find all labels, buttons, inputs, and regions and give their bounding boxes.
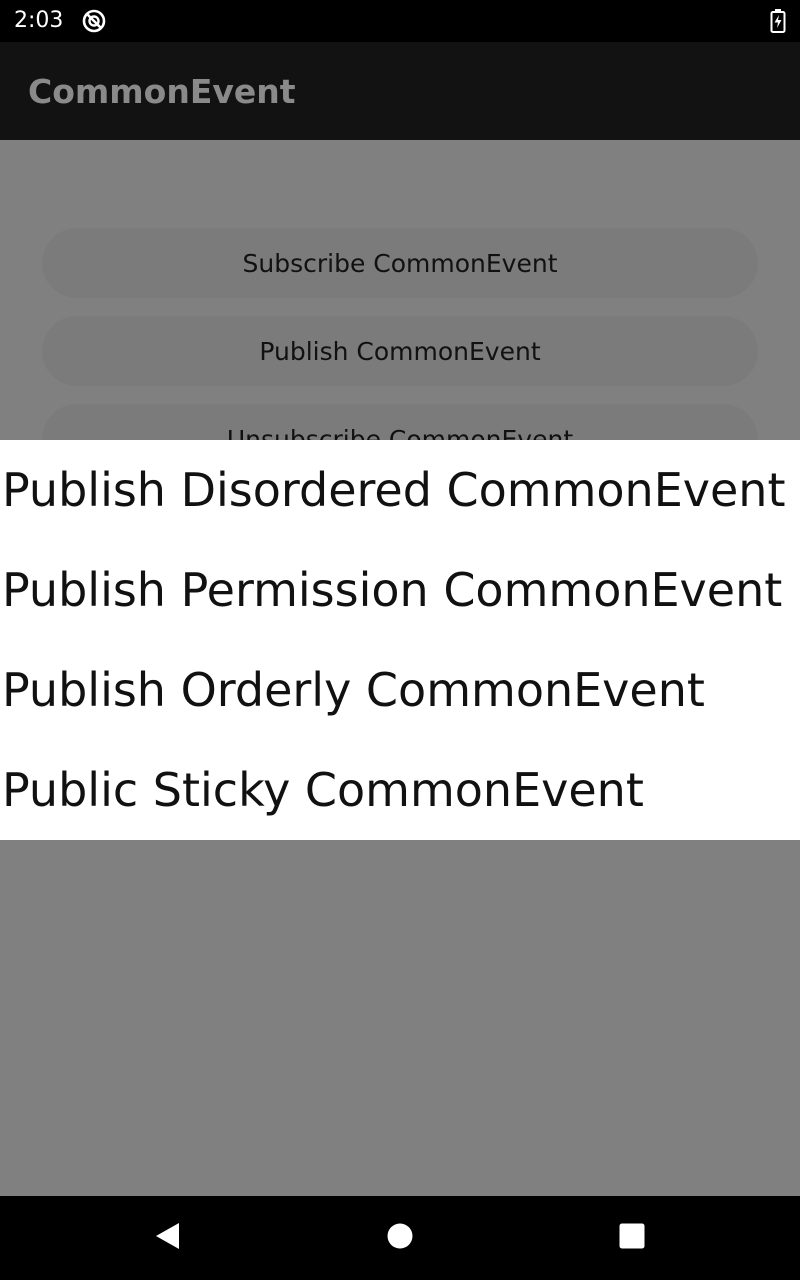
- status-bar: 2:03: [0, 0, 800, 42]
- publish-commonevent-button[interactable]: Publish CommonEvent: [42, 316, 758, 386]
- subscribe-commonevent-button[interactable]: Subscribe CommonEvent: [42, 228, 758, 298]
- app-bar: CommonEvent: [0, 42, 800, 140]
- do-not-disturb-icon: [82, 9, 106, 33]
- home-circle-icon[interactable]: [386, 1222, 414, 1250]
- app-title: CommonEvent: [28, 72, 296, 111]
- menu-item-publish-orderly[interactable]: Publish Orderly CommonEvent: [0, 640, 800, 740]
- menu-item-publish-disordered[interactable]: Publish Disordered CommonEvent: [0, 440, 800, 540]
- recents-square-icon[interactable]: [618, 1222, 646, 1250]
- publish-options-menu: Publish Disordered CommonEvent Publish P…: [0, 440, 800, 840]
- menu-item-publish-permission[interactable]: Publish Permission CommonEvent: [0, 540, 800, 640]
- back-triangle-icon[interactable]: [154, 1222, 182, 1250]
- menu-item-public-sticky[interactable]: Public Sticky CommonEvent: [0, 740, 800, 840]
- battery-charging-icon: [770, 9, 786, 33]
- status-time: 2:03: [14, 8, 64, 33]
- navigation-bar: [0, 1196, 800, 1280]
